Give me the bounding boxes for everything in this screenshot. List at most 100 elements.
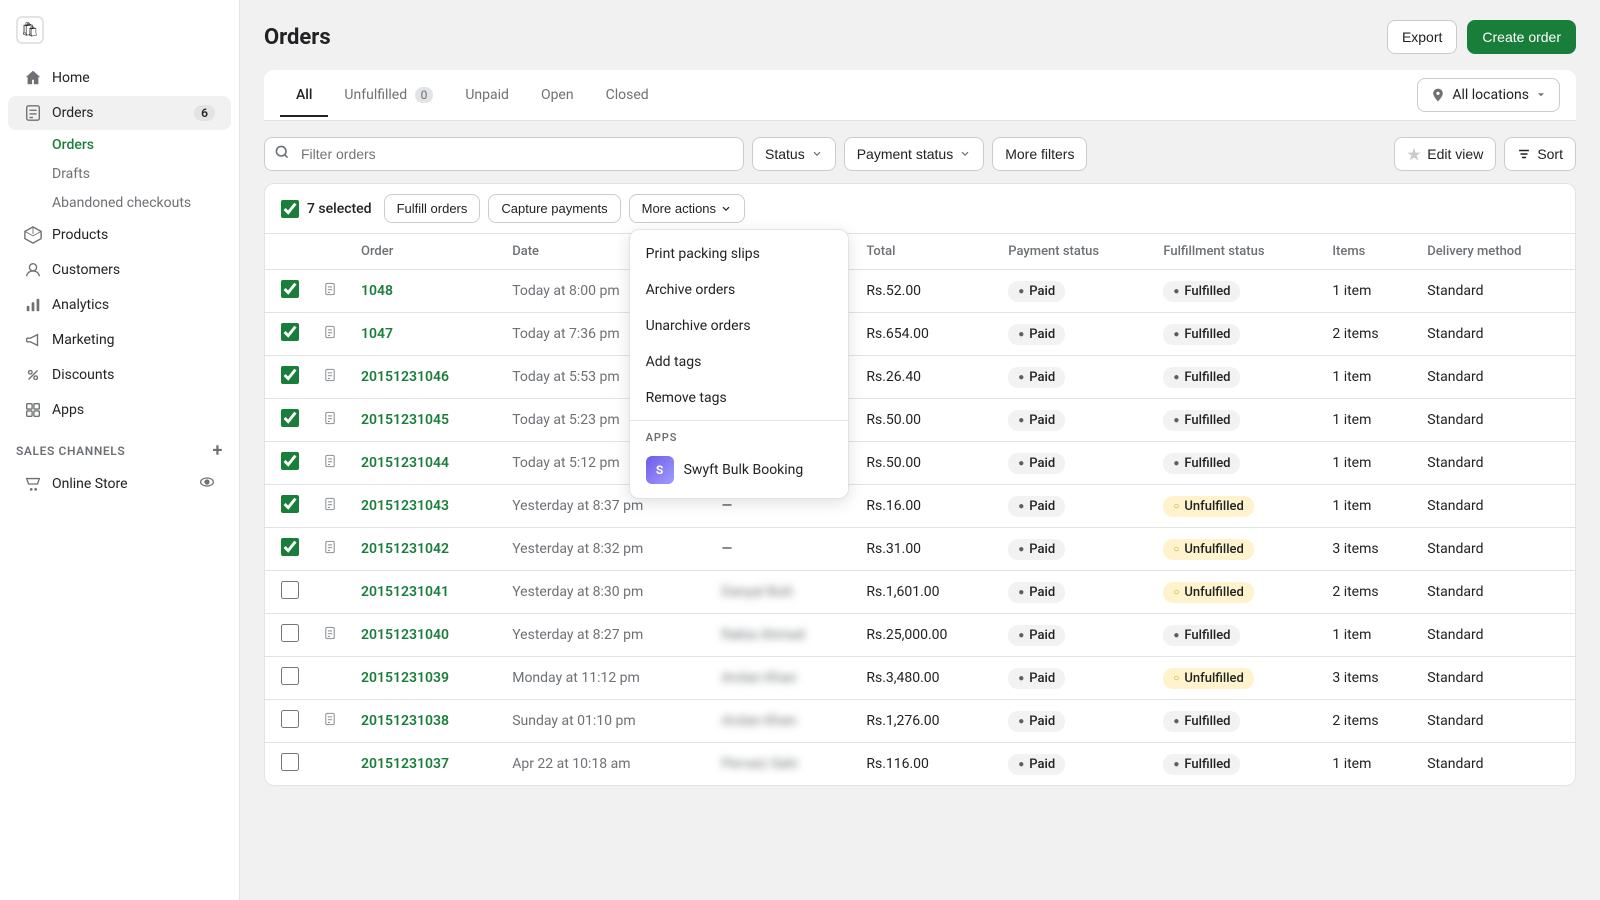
row-order[interactable]: 20151231043	[349, 485, 500, 528]
sidebar-sub-orders[interactable]: Orders	[8, 131, 231, 159]
dropdown-item-swyft[interactable]: S Swyft Bulk Booking	[630, 448, 848, 492]
payment-status-filter-button[interactable]: Payment status	[844, 137, 985, 171]
table-row[interactable]: 20151231045 Today at 5:23 pm — Rs.50.00 …	[265, 399, 1575, 442]
more-actions-button[interactable]: More actions	[629, 194, 745, 223]
table-row[interactable]: 1048 Today at 8:00 pm — Rs.52.00 Paid Fu…	[265, 270, 1575, 313]
order-number-link[interactable]: 1048	[361, 283, 393, 299]
row-checkbox-cell[interactable]	[265, 485, 311, 528]
payment-badge: Paid	[1008, 539, 1065, 560]
table-row[interactable]: 20151231041 Yesterday at 8:30 pm Danyal …	[265, 571, 1575, 614]
table-row[interactable]: 20151231037 Apr 22 at 10:18 am Pervaiz S…	[265, 743, 1575, 786]
row-checkbox[interactable]	[281, 538, 299, 556]
add-sales-channel-icon[interactable]: +	[213, 440, 224, 461]
row-checkbox[interactable]	[281, 753, 299, 771]
sidebar-sub-abandoned[interactable]: Abandoned checkouts	[8, 189, 231, 217]
row-checkbox-cell[interactable]	[265, 571, 311, 614]
sort-button[interactable]: Sort	[1504, 137, 1576, 171]
order-number-link[interactable]: 20151231044	[361, 455, 449, 471]
order-number-link[interactable]: 20151231037	[361, 756, 449, 772]
create-order-button[interactable]: Create order	[1467, 20, 1576, 54]
order-number-link[interactable]: 20151231040	[361, 627, 449, 643]
edit-view-button[interactable]: Edit view	[1394, 137, 1496, 171]
tab-all[interactable]: All	[280, 75, 328, 117]
row-checkbox[interactable]	[281, 280, 299, 298]
select-all-checkbox[interactable]	[281, 200, 299, 218]
capture-payments-button[interactable]: Capture payments	[488, 194, 620, 223]
row-checkbox[interactable]	[281, 581, 299, 599]
tab-open[interactable]: Open	[525, 75, 590, 117]
row-order[interactable]: 20151231046	[349, 356, 500, 399]
row-order[interactable]: 20151231045	[349, 399, 500, 442]
row-checkbox-cell[interactable]	[265, 614, 311, 657]
table-row[interactable]: 1047 Today at 7:36 pm — Rs.654.00 Paid F…	[265, 313, 1575, 356]
table-row[interactable]: 20151231046 Today at 5:53 pm — Rs.26.40 …	[265, 356, 1575, 399]
order-number-link[interactable]: 1047	[361, 326, 393, 342]
table-row[interactable]: 20151231042 Yesterday at 8:32 pm — Rs.31…	[265, 528, 1575, 571]
order-number-link[interactable]: 20151231041	[361, 584, 449, 600]
location-selector[interactable]: All locations	[1417, 78, 1560, 112]
row-checkbox-cell[interactable]	[265, 657, 311, 700]
row-checkbox[interactable]	[281, 323, 299, 341]
order-number-link[interactable]: 20151231042	[361, 541, 449, 557]
tab-unfulfilled[interactable]: Unfulfilled 0	[328, 75, 449, 117]
row-checkbox-cell[interactable]	[265, 442, 311, 485]
dropdown-item-archive-orders[interactable]: Archive orders	[630, 272, 848, 308]
sidebar-item-apps[interactable]: Apps	[8, 393, 231, 427]
dropdown-item-remove-tags[interactable]: Remove tags	[630, 380, 848, 416]
row-order[interactable]: 20151231044	[349, 442, 500, 485]
order-number-link[interactable]: 20151231039	[361, 670, 449, 686]
row-checkbox[interactable]	[281, 710, 299, 728]
row-checkbox[interactable]	[281, 667, 299, 685]
sidebar-item-analytics[interactable]: Analytics	[8, 288, 231, 322]
row-checkbox[interactable]	[281, 409, 299, 427]
row-checkbox-cell[interactable]	[265, 356, 311, 399]
row-checkbox-cell[interactable]	[265, 528, 311, 571]
row-checkbox[interactable]	[281, 452, 299, 470]
search-input[interactable]	[264, 137, 744, 171]
row-checkbox[interactable]	[281, 366, 299, 384]
row-order[interactable]: 20151231038	[349, 700, 500, 743]
row-order[interactable]: 20151231041	[349, 571, 500, 614]
sidebar-item-marketing[interactable]: Marketing	[8, 323, 231, 357]
row-order[interactable]: 1047	[349, 313, 500, 356]
dropdown-item-unarchive-orders[interactable]: Unarchive orders	[630, 308, 848, 344]
sidebar-sub-drafts[interactable]: Drafts	[8, 160, 231, 188]
sidebar-item-customers[interactable]: Customers	[8, 253, 231, 287]
order-number-link[interactable]: 20151231043	[361, 498, 449, 514]
order-number-link[interactable]: 20151231045	[361, 412, 449, 428]
dropdown-item-print-packing-slips[interactable]: Print packing slips	[630, 236, 848, 272]
dropdown-item-add-tags[interactable]: Add tags	[630, 344, 848, 380]
row-checkbox[interactable]	[281, 624, 299, 642]
row-checkbox-cell[interactable]	[265, 700, 311, 743]
row-order[interactable]: 20151231037	[349, 743, 500, 786]
online-store-eye-icon[interactable]	[199, 474, 215, 494]
tab-closed[interactable]: Closed	[590, 75, 665, 117]
sidebar-item-home[interactable]: Home	[8, 61, 231, 95]
more-filters-button[interactable]: More filters	[992, 137, 1087, 171]
export-button[interactable]: Export	[1387, 20, 1457, 54]
row-order[interactable]: 20151231039	[349, 657, 500, 700]
row-checkbox[interactable]	[281, 495, 299, 513]
row-checkbox-cell[interactable]	[265, 313, 311, 356]
sidebar-item-products[interactable]: Products	[8, 218, 231, 252]
row-order[interactable]: 20151231040	[349, 614, 500, 657]
fulfill-orders-button[interactable]: Fulfill orders	[384, 194, 481, 223]
payment-chevron-icon	[959, 148, 971, 160]
sidebar-item-online-store[interactable]: Online Store	[8, 466, 231, 502]
table-row[interactable]: 20151231043 Yesterday at 8:37 pm — Rs.16…	[265, 485, 1575, 528]
table-row[interactable]: 20151231038 Sunday at 01:10 pm Arslan Kh…	[265, 700, 1575, 743]
sidebar-item-orders[interactable]: Orders 6	[8, 96, 231, 130]
sidebar-item-discounts[interactable]: Discounts	[8, 358, 231, 392]
order-number-link[interactable]: 20151231046	[361, 369, 449, 385]
table-row[interactable]: 20151231044 Today at 5:12 pm — Rs.50.00 …	[265, 442, 1575, 485]
row-checkbox-cell[interactable]	[265, 743, 311, 786]
tab-unpaid[interactable]: Unpaid	[449, 75, 525, 117]
row-order[interactable]: 20151231042	[349, 528, 500, 571]
table-row[interactable]: 20151231039 Monday at 11:12 pm Arslan Kh…	[265, 657, 1575, 700]
status-filter-button[interactable]: Status	[752, 137, 836, 171]
row-checkbox-cell[interactable]	[265, 399, 311, 442]
row-order[interactable]: 1048	[349, 270, 500, 313]
row-checkbox-cell[interactable]	[265, 270, 311, 313]
order-number-link[interactable]: 20151231038	[361, 713, 449, 729]
table-row[interactable]: 20151231040 Yesterday at 8:27 pm Rabia A…	[265, 614, 1575, 657]
